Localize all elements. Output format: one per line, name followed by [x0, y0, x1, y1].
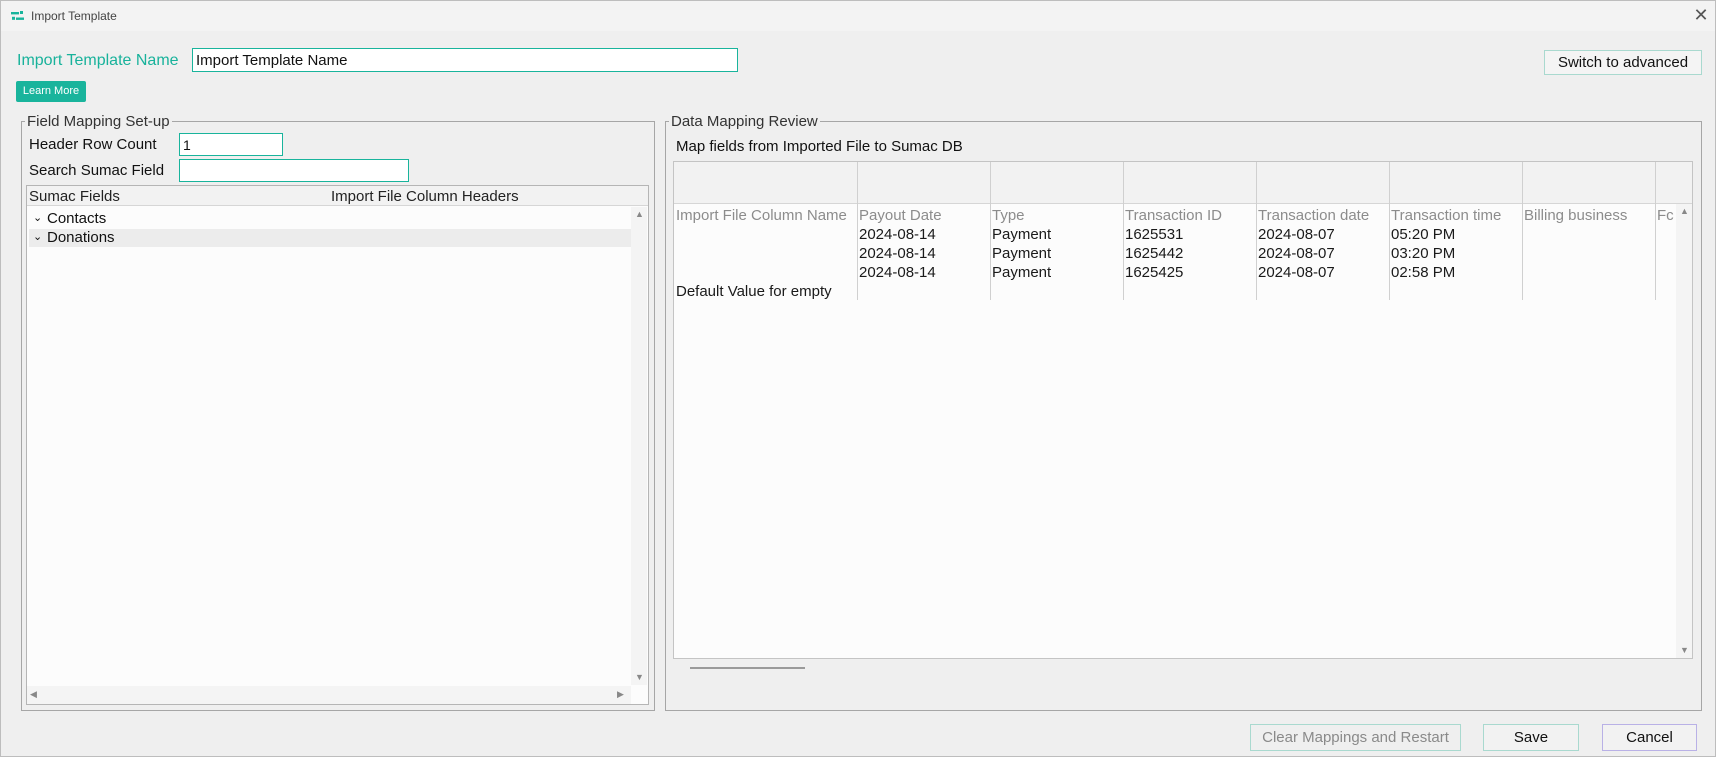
import-file-column-headers-header: Import File Column Headers	[331, 188, 519, 205]
scroll-up-icon[interactable]: ▲	[1680, 206, 1689, 216]
scroll-right-icon[interactable]: ▶	[617, 689, 624, 700]
app-logo-icon	[11, 11, 24, 20]
horizontal-scroll-thumb[interactable]	[690, 667, 805, 669]
data-mapping-grid: Import File Column Name Default Value fo…	[673, 161, 1693, 669]
table-cell: 2024-08-07	[1258, 226, 1335, 243]
tree-item-label: Donations	[47, 229, 115, 246]
field-mapping-legend: Field Mapping Set-up	[27, 113, 170, 130]
vertical-scrollbar[interactable]: ▲ ▼	[631, 207, 647, 685]
column-header[interactable]: Type	[992, 207, 1122, 224]
scroll-up-icon[interactable]: ▲	[635, 209, 644, 219]
title-bar: Import Template ✕	[1, 1, 1715, 31]
learn-more-button[interactable]: Learn More	[16, 81, 86, 102]
clear-mappings-button[interactable]: Clear Mappings and Restart	[1250, 724, 1461, 751]
switch-to-advanced-button[interactable]: Switch to advanced	[1544, 50, 1702, 75]
column-header[interactable]: Billing business	[1524, 207, 1654, 224]
save-button[interactable]: Save	[1483, 724, 1579, 751]
import-template-window: Import Template ✕ Import Template Name L…	[0, 0, 1716, 757]
table-cell: 2024-08-14	[859, 226, 936, 243]
table-cell: 2024-08-14	[859, 264, 936, 281]
column-header[interactable]: Transaction date	[1258, 207, 1388, 224]
tree-item-contacts[interactable]: ⌄ Contacts	[29, 210, 631, 228]
column-header[interactable]: Payout Date	[859, 207, 989, 224]
data-mapping-review-legend: Data Mapping Review	[671, 113, 818, 130]
column-header[interactable]: Transaction time	[1391, 207, 1521, 224]
column-header[interactable]: Transaction ID	[1125, 207, 1255, 224]
table-cell: Payment	[992, 264, 1052, 281]
table-cell: Payment	[992, 245, 1052, 262]
scroll-down-icon[interactable]: ▼	[1680, 645, 1689, 655]
table-cell: 1625425	[1125, 264, 1184, 281]
table-cell: 1625531	[1125, 226, 1184, 243]
table-cell: Payment	[992, 226, 1052, 243]
row-label-column-name: Import File Column Name	[676, 207, 847, 224]
cancel-button[interactable]: Cancel	[1602, 724, 1697, 751]
scroll-left-icon[interactable]: ◀	[30, 689, 37, 700]
chevron-down-icon[interactable]: ⌄	[33, 230, 42, 243]
table-cell: 2024-08-07	[1258, 264, 1335, 281]
table-cell: 03:20 PM	[1391, 245, 1456, 262]
window-title: Import Template	[31, 9, 117, 23]
table-cell: 1625442	[1125, 245, 1184, 262]
template-name-input[interactable]	[192, 48, 738, 72]
mapping-header-row	[674, 162, 1692, 204]
table-cell: 05:20 PM	[1391, 226, 1456, 243]
column-header[interactable]: Fc	[1657, 207, 1676, 224]
tree-item-donations[interactable]: ⌄ Donations	[29, 229, 631, 247]
horizontal-scrollbar[interactable]: ◀ ▶	[27, 686, 631, 704]
header-row-count-input[interactable]	[179, 133, 283, 156]
table-cell: 02:58 PM	[1391, 264, 1456, 281]
close-icon[interactable]: ✕	[1691, 5, 1711, 25]
search-sumac-field-input[interactable]	[179, 159, 409, 182]
table-cell: 2024-08-07	[1258, 245, 1335, 262]
table-cell: 2024-08-14	[859, 245, 936, 262]
tree-header: Sumac Fields Import File Column Headers	[27, 186, 648, 206]
sumac-fields-column-header: Sumac Fields	[29, 188, 120, 205]
header-row-count-label: Header Row Count	[29, 136, 157, 153]
vertical-scrollbar[interactable]: ▲ ▼	[1676, 204, 1692, 658]
data-mapping-subtitle: Map fields from Imported File to Sumac D…	[676, 138, 963, 155]
scroll-down-icon[interactable]: ▼	[635, 672, 644, 682]
sumac-fields-tree: Sumac Fields Import File Column Headers …	[26, 185, 649, 705]
chevron-down-icon[interactable]: ⌄	[33, 211, 42, 224]
search-sumac-field-label: Search Sumac Field	[29, 162, 165, 179]
template-name-label: Import Template Name	[17, 52, 179, 69]
tree-item-label: Contacts	[47, 210, 107, 227]
row-label-default-value: Default Value for empty	[676, 283, 832, 300]
